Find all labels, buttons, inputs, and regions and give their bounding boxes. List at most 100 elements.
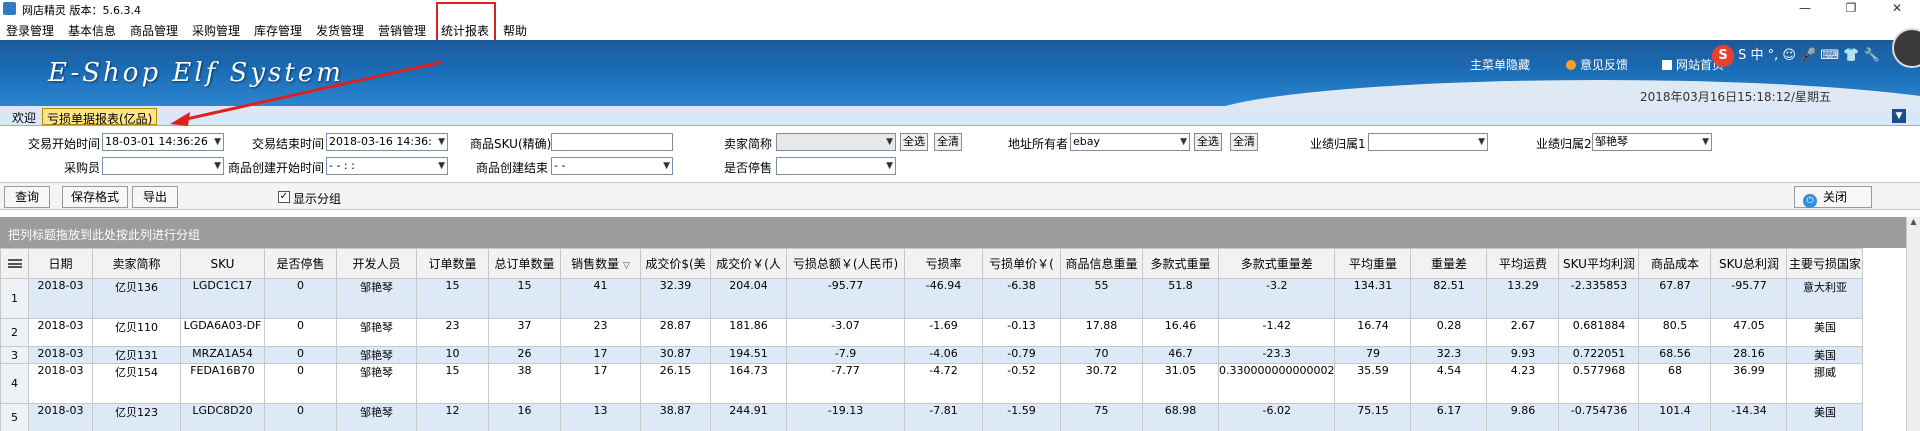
- table-cell[interactable]: 亿贝131: [92, 346, 181, 364]
- table-cell[interactable]: 80.5: [1638, 318, 1712, 347]
- save-format-button[interactable]: 保存格式: [62, 186, 128, 208]
- row-number[interactable]: 5: [0, 403, 29, 431]
- table-cell[interactable]: LGDC8D20: [180, 403, 265, 431]
- close-report-button[interactable]: ⏻ 关闭: [1794, 186, 1872, 208]
- table-cell[interactable]: -0.13: [982, 318, 1061, 347]
- column-header[interactable]: 日期: [28, 248, 93, 279]
- table-cell[interactable]: 邹艳琴: [336, 363, 417, 404]
- table-cell[interactable]: 15: [416, 363, 489, 404]
- column-header[interactable]: 多款式重量: [1142, 248, 1219, 279]
- row-number[interactable]: 3: [0, 346, 29, 364]
- show-group-checkbox[interactable]: ✓: [278, 191, 290, 203]
- grid-menu-icon[interactable]: [0, 248, 29, 279]
- table-cell[interactable]: 28.87: [640, 318, 711, 347]
- row-number[interactable]: 2: [0, 318, 29, 347]
- table-cell[interactable]: 0: [264, 363, 337, 404]
- vertical-scrollbar[interactable]: ▲: [1906, 217, 1920, 431]
- column-header[interactable]: 亏损总额￥(人民币): [786, 248, 905, 279]
- table-cell[interactable]: 亿贝110: [92, 318, 181, 347]
- table-cell[interactable]: -7.77: [786, 363, 905, 404]
- table-cell[interactable]: -0.754736: [1558, 403, 1640, 431]
- table-cell[interactable]: 79: [1334, 346, 1412, 364]
- table-cell[interactable]: FEDA16B70: [180, 363, 265, 404]
- table-cell[interactable]: 13.29: [1486, 278, 1560, 319]
- table-cell[interactable]: -0.79: [982, 346, 1061, 364]
- table-cell[interactable]: -7.81: [904, 403, 983, 431]
- row-number[interactable]: 1: [0, 278, 29, 319]
- table-cell[interactable]: -14.34: [1710, 403, 1788, 431]
- table-cell[interactable]: 36.99: [1710, 363, 1788, 404]
- table-cell[interactable]: 亿贝136: [92, 278, 181, 319]
- filter-icon[interactable]: ▽: [623, 261, 630, 271]
- table-cell[interactable]: 邹艳琴: [336, 278, 417, 319]
- table-cell[interactable]: 16: [488, 403, 561, 431]
- table-cell[interactable]: 10: [416, 346, 489, 364]
- column-header[interactable]: 销售数量 ▽: [560, 248, 641, 279]
- table-cell[interactable]: 12: [416, 403, 489, 431]
- table-cell[interactable]: 2018-03: [28, 346, 93, 364]
- table-cell[interactable]: 0.577968: [1558, 363, 1640, 404]
- column-header[interactable]: 总订单数量: [488, 248, 561, 279]
- table-cell[interactable]: 邹艳琴: [336, 318, 417, 347]
- table-cell[interactable]: 35.59: [1334, 363, 1412, 404]
- column-header[interactable]: SKU平均利润: [1558, 248, 1640, 279]
- table-cell[interactable]: 亿贝123: [92, 403, 181, 431]
- column-header[interactable]: 卖家简称: [92, 248, 181, 279]
- column-header[interactable]: 多款式重量差: [1217, 248, 1336, 279]
- column-header[interactable]: 亏损单价￥(: [982, 248, 1061, 279]
- table-cell[interactable]: 37: [488, 318, 561, 347]
- table-cell[interactable]: 邹艳琴: [336, 346, 417, 364]
- column-header[interactable]: 平均重量: [1334, 248, 1412, 279]
- table-cell[interactable]: 0: [264, 318, 337, 347]
- table-row[interactable]: 2 2018-03 亿贝110 LGDA6A03-DF 0 邹艳琴 23 37 23 28.87 1…: [0, 318, 1864, 347]
- table-cell[interactable]: 55: [1060, 278, 1143, 319]
- table-cell[interactable]: 32.39: [640, 278, 711, 319]
- table-cell[interactable]: 2018-03: [28, 363, 93, 404]
- table-cell[interactable]: 美国: [1786, 403, 1864, 431]
- table-cell[interactable]: 邹艳琴: [336, 403, 417, 431]
- column-header[interactable]: 亏损率: [904, 248, 983, 279]
- table-cell[interactable]: -1.42: [1217, 318, 1336, 347]
- table-cell[interactable]: 101.4: [1638, 403, 1712, 431]
- table-cell[interactable]: -1.59: [982, 403, 1061, 431]
- table-cell[interactable]: -95.77: [786, 278, 905, 319]
- column-header[interactable]: 订单数量: [416, 248, 489, 279]
- column-header[interactable]: 主要亏损国家: [1786, 248, 1864, 279]
- table-cell[interactable]: 15: [488, 278, 561, 319]
- table-cell[interactable]: 38.87: [640, 403, 711, 431]
- table-cell[interactable]: -46.94: [904, 278, 983, 319]
- table-cell[interactable]: 134.31: [1334, 278, 1412, 319]
- table-cell[interactable]: 2018-03: [28, 318, 93, 347]
- table-cell[interactable]: 4.23: [1486, 363, 1560, 404]
- table-cell[interactable]: LGDA6A03-DF: [180, 318, 265, 347]
- table-cell[interactable]: 2018-03: [28, 403, 93, 431]
- table-cell[interactable]: 0.330000000000002: [1217, 363, 1336, 404]
- table-cell[interactable]: 82.51: [1410, 278, 1488, 319]
- column-header[interactable]: 成交价$(美: [640, 248, 711, 279]
- table-cell[interactable]: 亿贝154: [92, 363, 181, 404]
- table-cell[interactable]: -3.2: [1217, 278, 1336, 319]
- table-cell[interactable]: 13: [560, 403, 641, 431]
- table-cell[interactable]: 美国: [1786, 346, 1864, 364]
- column-header[interactable]: 商品成本: [1638, 248, 1712, 279]
- table-cell[interactable]: 68.98: [1142, 403, 1219, 431]
- column-header[interactable]: 重量差: [1410, 248, 1488, 279]
- table-cell[interactable]: 46.7: [1142, 346, 1219, 364]
- table-cell[interactable]: -19.13: [786, 403, 905, 431]
- column-header[interactable]: 开发人员: [336, 248, 417, 279]
- table-row[interactable]: 1 2018-03 亿贝136 LGDC1C17 0 邹艳琴 15 15 41 32.39 204.…: [0, 278, 1864, 319]
- table-cell[interactable]: 0.681884: [1558, 318, 1640, 347]
- table-cell[interactable]: -6.38: [982, 278, 1061, 319]
- column-header[interactable]: 平均运费: [1486, 248, 1560, 279]
- table-cell[interactable]: MRZA1A54: [180, 346, 265, 364]
- row-number[interactable]: 4: [0, 363, 29, 404]
- table-cell[interactable]: -2.335853: [1558, 278, 1640, 319]
- table-cell[interactable]: 9.93: [1486, 346, 1560, 364]
- table-cell[interactable]: 194.51: [710, 346, 787, 364]
- table-cell[interactable]: 9.86: [1486, 403, 1560, 431]
- table-cell[interactable]: 30.87: [640, 346, 711, 364]
- table-cell[interactable]: 0.28: [1410, 318, 1488, 347]
- table-cell[interactable]: 2.67: [1486, 318, 1560, 347]
- group-by-drop-area[interactable]: 把列标题拖放到此处按此列进行分组: [0, 217, 1906, 248]
- table-cell[interactable]: 17: [560, 346, 641, 364]
